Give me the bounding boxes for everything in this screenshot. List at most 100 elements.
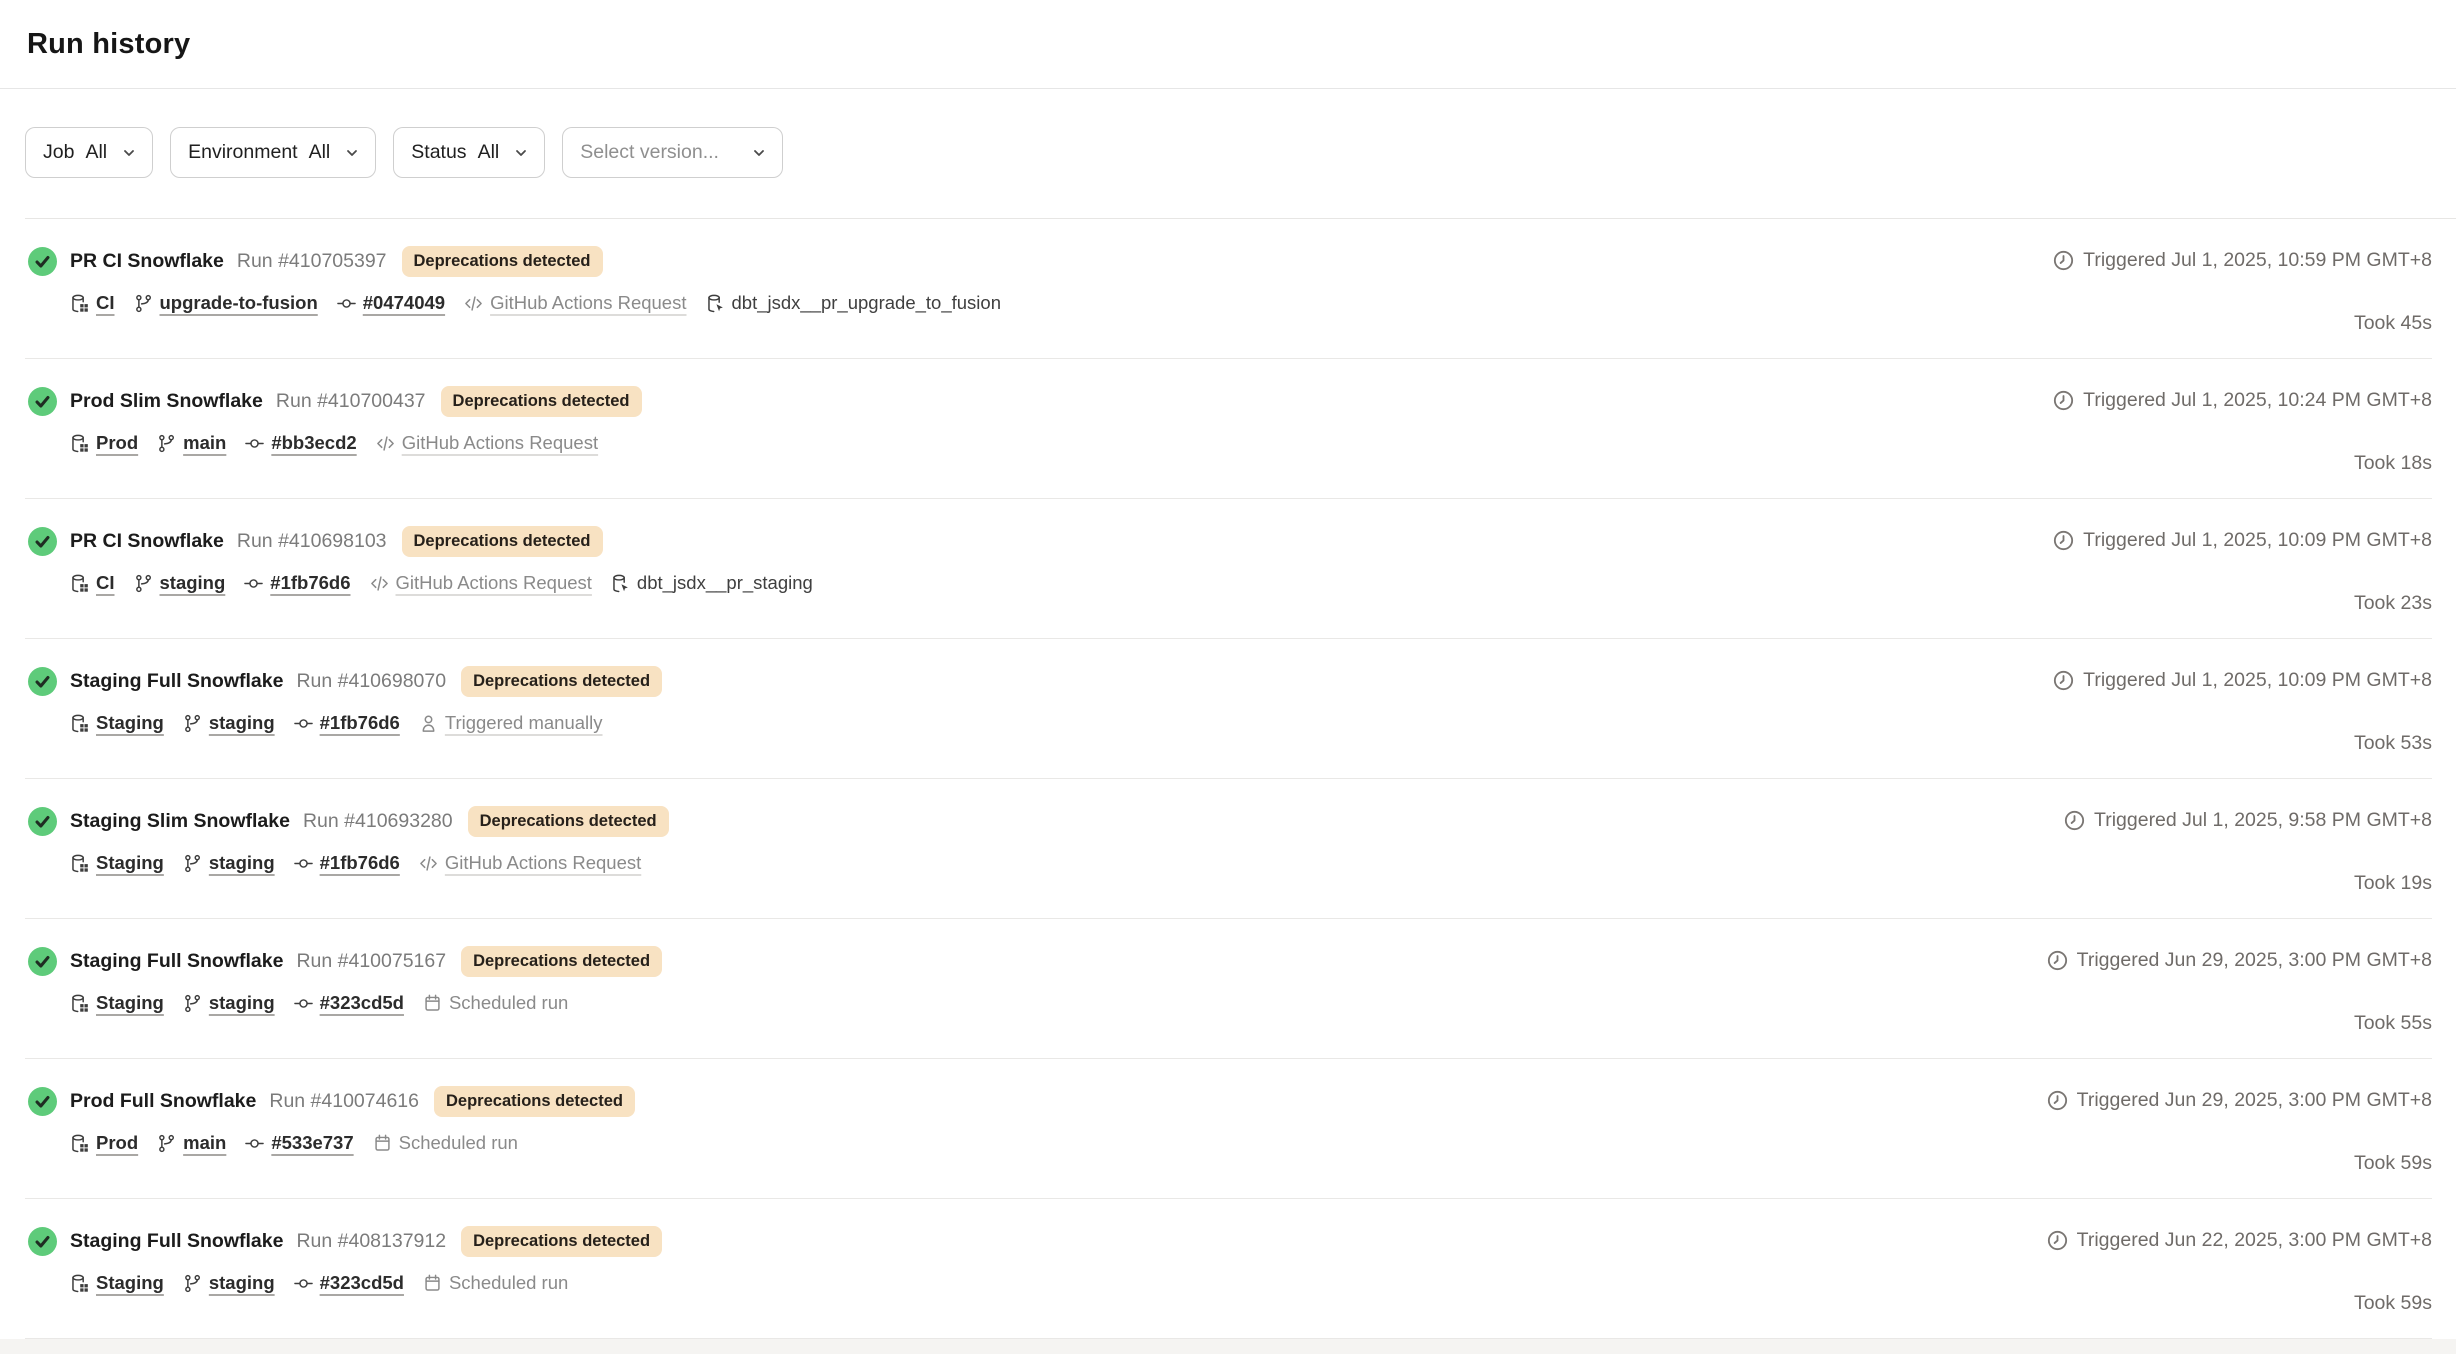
triggered-at: Triggered Jun 29, 2025, 3:00 PM GMT+8: [2047, 949, 2432, 972]
job-name[interactable]: Prod Full Snowflake: [70, 1090, 256, 1113]
commit-link[interactable]: #323cd5d: [320, 1272, 404, 1294]
next-row-peek: [0, 1339, 2456, 1354]
triggered-text: Triggered Jun 29, 2025, 3:00 PM GMT+8: [2077, 1089, 2432, 1112]
deprecations-badge: Deprecations detected: [402, 246, 603, 277]
triggered-text: Triggered Jun 22, 2025, 3:00 PM GMT+8: [2077, 1229, 2432, 1252]
page-header: Run history: [0, 0, 2456, 89]
environment-filter-button[interactable]: Environment All: [170, 127, 376, 178]
git-branch-icon: [157, 1134, 176, 1153]
branch-chip: main: [157, 1132, 226, 1154]
branch-link[interactable]: staging: [209, 992, 275, 1014]
environment-chip: Staging: [70, 852, 164, 874]
commit-link[interactable]: #323cd5d: [320, 992, 404, 1014]
job-name[interactable]: Prod Slim Snowflake: [70, 390, 263, 413]
triggered-text: Triggered Jul 1, 2025, 10:59 PM GMT+8: [2083, 249, 2432, 272]
version-filter-select[interactable]: Select version...: [562, 127, 783, 178]
branch-link[interactable]: upgrade-to-fusion: [160, 292, 318, 314]
commit-link[interactable]: #1fb76d6: [320, 852, 400, 874]
commit-link[interactable]: #1fb76d6: [270, 572, 350, 594]
environment-link[interactable]: Staging: [96, 992, 164, 1014]
trigger-label[interactable]: Triggered manually: [445, 712, 603, 734]
job-name[interactable]: PR CI Snowflake: [70, 250, 224, 273]
run-duration: Took 59s: [2354, 1152, 2432, 1175]
commit-link[interactable]: #1fb76d6: [320, 712, 400, 734]
job-name[interactable]: PR CI Snowflake: [70, 530, 224, 553]
schema-name: dbt_jsdx__pr_staging: [637, 572, 813, 594]
git-branch-icon: [183, 714, 202, 733]
filter-placeholder: Select version...: [580, 141, 719, 164]
environment-link[interactable]: Staging: [96, 1272, 164, 1294]
clock-icon: [2047, 1230, 2068, 1251]
run-row[interactable]: Prod Slim Snowflake Run #410700437 Depre…: [25, 359, 2432, 499]
status-filter-button[interactable]: Status All: [393, 127, 545, 178]
branch-chip: main: [157, 432, 226, 454]
commit-chip: #323cd5d: [294, 1272, 404, 1294]
job-name[interactable]: Staging Slim Snowflake: [70, 810, 290, 833]
branch-link[interactable]: staging: [209, 852, 275, 874]
commit-link[interactable]: #bb3ecd2: [271, 432, 356, 454]
schema-chip: dbt_jsdx__pr_upgrade_to_fusion: [706, 292, 1002, 314]
branch-link[interactable]: staging: [160, 572, 226, 594]
schema-name: dbt_jsdx__pr_upgrade_to_fusion: [732, 292, 1002, 314]
database-grid-icon: [70, 294, 89, 313]
run-meta: Triggered Jun 29, 2025, 3:00 PM GMT+8 To…: [2047, 1086, 2432, 1198]
environment-chip: Staging: [70, 712, 164, 734]
filter-label: Status: [411, 141, 466, 164]
run-row[interactable]: Staging Full Snowflake Run #408137912 De…: [25, 1199, 2432, 1339]
environment-link[interactable]: Prod: [96, 432, 138, 454]
deprecations-badge: Deprecations detected: [468, 806, 669, 837]
branch-link[interactable]: main: [183, 1132, 226, 1154]
schema-chip: dbt_jsdx__pr_staging: [611, 572, 813, 594]
filter-value: All: [85, 141, 107, 164]
trigger-label[interactable]: GitHub Actions Request: [402, 432, 598, 454]
clock-icon: [2053, 250, 2074, 271]
environment-link[interactable]: Prod: [96, 1132, 138, 1154]
database-arrow-icon: [706, 294, 725, 313]
commit-link[interactable]: #0474049: [363, 292, 445, 314]
environment-link[interactable]: Staging: [96, 852, 164, 874]
run-row[interactable]: Staging Full Snowflake Run #410075167 De…: [25, 919, 2432, 1059]
run-row[interactable]: Staging Full Snowflake Run #410698070 De…: [25, 639, 2432, 779]
branch-chip: upgrade-to-fusion: [134, 292, 318, 314]
branch-link[interactable]: staging: [209, 712, 275, 734]
run-main: Prod Full Snowflake Run #410074616 Depre…: [28, 1086, 635, 1198]
environment-link[interactable]: CI: [96, 292, 115, 314]
git-branch-icon: [183, 1274, 202, 1293]
job-name[interactable]: Staging Full Snowflake: [70, 1230, 283, 1253]
job-filter-button[interactable]: Job All: [25, 127, 153, 178]
code-icon: [376, 434, 395, 453]
trigger-label[interactable]: Scheduled run: [449, 1272, 568, 1294]
job-name[interactable]: Staging Full Snowflake: [70, 950, 283, 973]
git-branch-icon: [183, 994, 202, 1013]
run-row[interactable]: PR CI Snowflake Run #410705397 Deprecati…: [25, 219, 2432, 359]
environment-chip: Prod: [70, 432, 138, 454]
environment-link[interactable]: Staging: [96, 712, 164, 734]
success-check-circle-icon: [28, 667, 57, 696]
database-grid-icon: [70, 714, 89, 733]
success-check-circle-icon: [28, 1087, 57, 1116]
branch-link[interactable]: staging: [209, 1272, 275, 1294]
run-meta: Triggered Jun 29, 2025, 3:00 PM GMT+8 To…: [2047, 946, 2432, 1058]
run-row[interactable]: Prod Full Snowflake Run #410074616 Depre…: [25, 1059, 2432, 1199]
trigger-label[interactable]: GitHub Actions Request: [396, 572, 592, 594]
trigger-label[interactable]: Scheduled run: [399, 1132, 518, 1154]
environment-chip: Staging: [70, 1272, 164, 1294]
run-main: Staging Full Snowflake Run #410075167 De…: [28, 946, 662, 1058]
branch-link[interactable]: main: [183, 432, 226, 454]
commit-link[interactable]: #533e737: [271, 1132, 353, 1154]
person-icon: [419, 714, 438, 733]
branch-chip: staging: [183, 712, 275, 734]
calendar-icon: [423, 1274, 442, 1293]
run-row[interactable]: PR CI Snowflake Run #410698103 Deprecati…: [25, 499, 2432, 639]
trigger-label[interactable]: GitHub Actions Request: [445, 852, 641, 874]
trigger-label[interactable]: Scheduled run: [449, 992, 568, 1014]
triggered-at: Triggered Jul 1, 2025, 10:09 PM GMT+8: [2053, 529, 2432, 552]
job-name[interactable]: Staging Full Snowflake: [70, 670, 283, 693]
chevron-down-icon: [345, 146, 359, 160]
environment-link[interactable]: CI: [96, 572, 115, 594]
triggered-at: Triggered Jul 1, 2025, 10:09 PM GMT+8: [2053, 669, 2432, 692]
trigger-label[interactable]: GitHub Actions Request: [490, 292, 686, 314]
run-row[interactable]: Staging Slim Snowflake Run #410693280 De…: [25, 779, 2432, 919]
triggered-text: Triggered Jul 1, 2025, 10:24 PM GMT+8: [2083, 389, 2432, 412]
clock-icon: [2053, 670, 2074, 691]
